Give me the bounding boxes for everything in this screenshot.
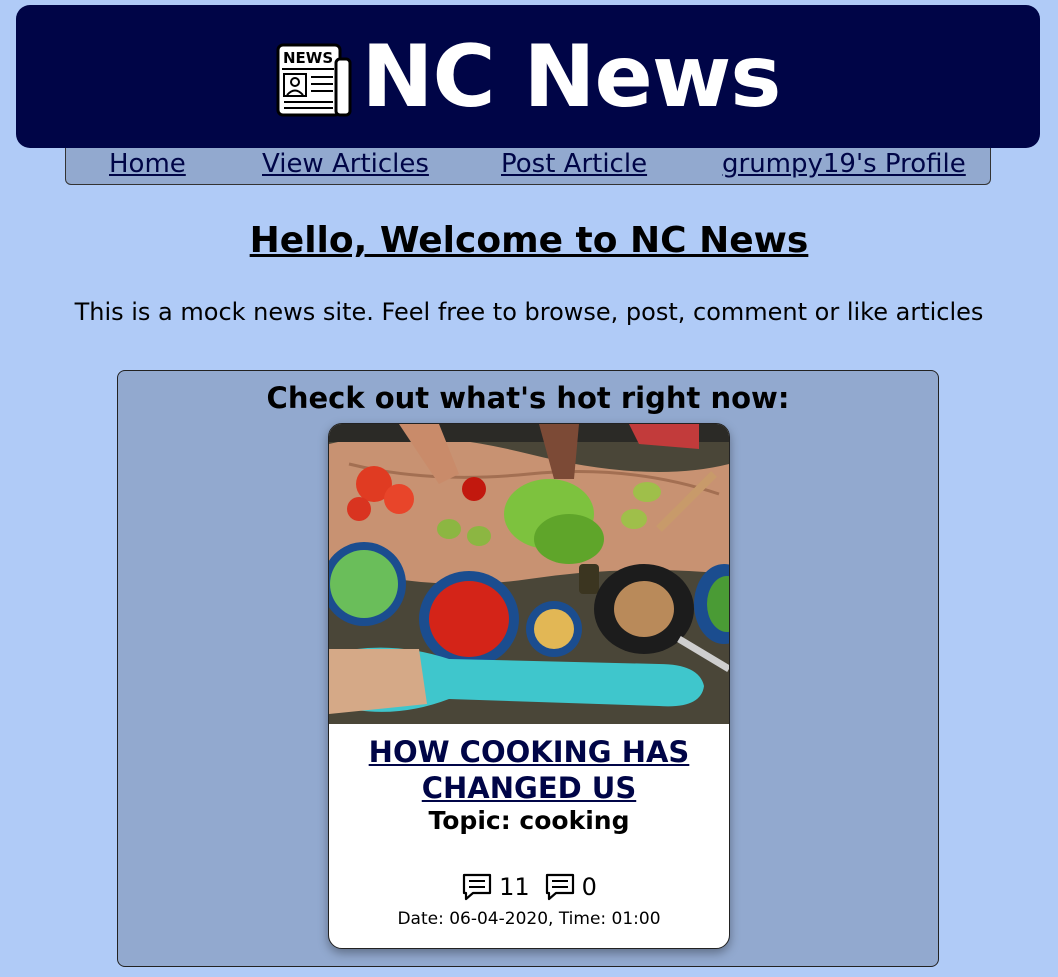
article-date: Date: 06-04-2020, Time: 01:00: [397, 909, 661, 929]
hot-heading: Check out what's hot right now:: [266, 381, 790, 415]
article-image[interactable]: [329, 424, 729, 724]
welcome-heading: Hello, Welcome to NC News: [249, 220, 809, 261]
nav-view-articles[interactable]: View Articles: [262, 149, 429, 179]
article-stats: 11 0: [329, 872, 729, 902]
comment-count-value: 11: [499, 873, 530, 901]
vote-count: 0: [544, 872, 597, 902]
site-title: NC News: [361, 26, 782, 127]
comment-count: 11: [461, 872, 530, 902]
article-title-link[interactable]: HOW COOKING HAS CHANGED US: [329, 734, 729, 806]
intro-text: This is a mock news site. Feel free to b…: [74, 298, 984, 326]
main-nav: Home View Articles Post Article grumpy19…: [65, 148, 991, 185]
article-card[interactable]: HOW COOKING HAS CHANGED US Topic: cookin…: [328, 423, 730, 949]
vote-count-value: 0: [581, 873, 597, 901]
nav-post-article[interactable]: Post Article: [501, 149, 647, 179]
newspaper-icon: NEWS: [276, 43, 352, 116]
newspaper-icon-text: NEWS: [283, 49, 333, 67]
article-topic: Topic: cooking: [428, 806, 630, 835]
nav-home[interactable]: Home: [109, 149, 186, 179]
site-header: NEWS NC News: [16, 5, 1040, 148]
message-icon: [545, 873, 574, 901]
hot-articles-section: Check out what's hot right now: HOW COOK…: [117, 370, 939, 967]
comment-icon: [462, 873, 492, 901]
nav-profile[interactable]: grumpy19's Profile: [722, 149, 966, 179]
